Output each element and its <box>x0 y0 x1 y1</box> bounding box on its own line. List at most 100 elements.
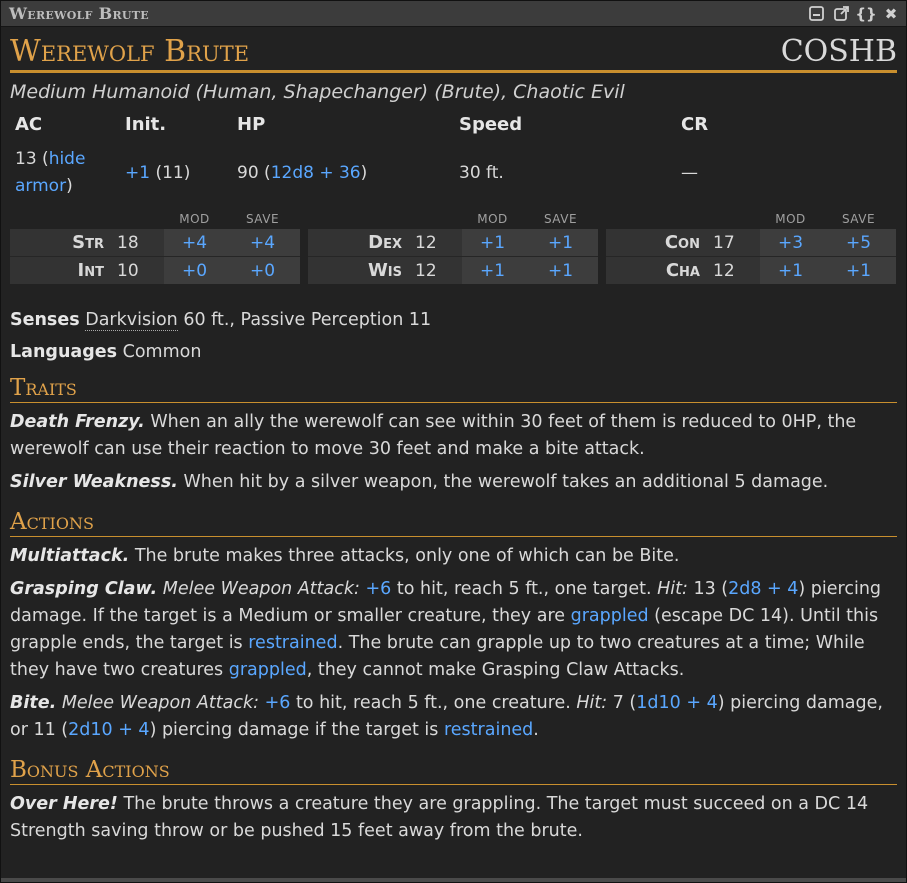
damage-roll[interactable]: 2d10 + 4 <box>68 720 149 740</box>
to-hit-roll[interactable]: +6 <box>366 579 392 599</box>
statblock-content: Werewolf Brute COSHB Medium Humanoid (Hu… <box>1 27 906 845</box>
init-roll[interactable]: +1 <box>125 163 150 183</box>
minimize-icon[interactable] <box>807 5 825 23</box>
action-name: Grasping Claw. <box>10 579 158 599</box>
senses-label: Senses <box>10 310 80 330</box>
languages-line: Languages Common <box>10 342 897 362</box>
condition-link-restrained[interactable]: restrained <box>444 720 533 740</box>
action-name: Over Here! <box>10 794 118 814</box>
darkvision-link[interactable]: Darkvision <box>85 310 178 331</box>
source-abbrev[interactable]: COSHB <box>781 35 897 69</box>
ability-block-2: MOD SAVE Dex 12 +1 +1 Wis 12 +1 +1 <box>308 212 598 284</box>
speed-label: Speed <box>459 114 523 135</box>
close-icon[interactable]: ✖ <box>882 5 900 23</box>
hp-roll[interactable]: 12d8 + 36 <box>271 163 361 183</box>
action-text: 7 ( <box>607 693 637 713</box>
ability-block-3: MOD SAVE Con 17 +3 +5 Cha 12 +1 +1 <box>606 212 896 284</box>
condition-link-restrained[interactable]: restrained <box>248 633 337 653</box>
hp-number: 90 <box>237 162 259 183</box>
window-controls: {} ✖ <box>807 5 900 23</box>
mod-header: MOD <box>477 212 508 226</box>
action-text: ) piercing damage if the target is <box>149 720 444 740</box>
trait-name: Silver Weakness. <box>10 472 178 492</box>
ability-save-roll[interactable]: +5 <box>821 229 896 256</box>
init-label: Init. <box>125 114 167 135</box>
ac-label: AC <box>15 114 43 135</box>
resize-handle[interactable] <box>1 878 906 882</box>
bonus-action-over-here: Over Here! The brute throws a creature t… <box>10 791 897 845</box>
ability-save-roll[interactable]: +1 <box>821 257 896 284</box>
action-multiattack: Multiattack. The brute makes three attac… <box>10 543 897 570</box>
cr-value: — <box>681 162 698 183</box>
action-text: , they cannot make Grasping Claw Attacks… <box>306 660 685 680</box>
popout-icon[interactable] <box>832 5 850 23</box>
ability-mod-roll[interactable]: +1 <box>462 229 523 256</box>
ability-mod-roll[interactable]: +1 <box>462 257 523 284</box>
init-score: (11) <box>155 162 191 183</box>
title-bar[interactable]: Werewolf Brute {} ✖ <box>1 1 906 27</box>
senses-line: Senses Darkvision 60 ft., Passive Percep… <box>10 310 897 331</box>
ability-mod-roll[interactable]: +4 <box>164 229 225 256</box>
action-text: The brute makes three attacks, only one … <box>129 546 680 566</box>
to-hit-roll[interactable]: +6 <box>265 693 291 713</box>
damage-roll[interactable]: 1d10 + 4 <box>636 693 717 713</box>
ability-save-roll[interactable]: +1 <box>523 229 598 256</box>
ac-number: 13 <box>15 149 37 169</box>
ability-score: 12 <box>415 229 462 256</box>
ability-save-roll[interactable]: +0 <box>225 257 300 284</box>
save-header: SAVE <box>543 212 578 226</box>
ability-scores: MOD SAVE Str 18 +4 +4 Int 10 +0 +0 MOD SAV… <box>10 212 897 284</box>
json-braces-icon[interactable]: {} <box>855 5 876 23</box>
ability-mod-roll[interactable]: +0 <box>164 257 225 284</box>
window-title: Werewolf Brute <box>9 4 149 23</box>
ability-save-roll[interactable]: +1 <box>523 257 598 284</box>
bonus-actions-heading: Bonus Actions <box>10 756 897 785</box>
ability-row-int: Int 10 +0 +0 <box>10 256 300 284</box>
speed-value: 30 ft. <box>459 162 504 183</box>
action-bite: Bite. Melee Weapon Attack: +6 to hit, re… <box>10 690 897 744</box>
action-text: The brute throws a creature they are gra… <box>10 794 869 841</box>
condition-link-grappled[interactable]: grappled <box>229 660 307 680</box>
ability-name: Cha <box>606 257 713 284</box>
ability-row-cha: Cha 12 +1 +1 <box>606 256 896 284</box>
condition-link-grappled[interactable]: grappled <box>571 606 649 626</box>
ability-row-str: Str 18 +4 +4 <box>10 229 300 256</box>
attack-type: Melee Weapon Attack: <box>162 579 360 599</box>
statblock-window: Werewolf Brute {} ✖ Werewolf Brute COSHB… <box>0 0 907 883</box>
trait-text: When hit by a silver weapon, the werewol… <box>177 472 829 492</box>
hp-label: HP <box>237 114 266 135</box>
save-header: SAVE <box>841 212 876 226</box>
attack-type: Melee Weapon Attack: <box>61 693 259 713</box>
ability-save-roll[interactable]: +4 <box>225 229 300 256</box>
senses-text: 60 ft., Passive Perception 11 <box>177 310 432 330</box>
ability-score: 17 <box>713 229 760 256</box>
ability-mod-roll[interactable]: +3 <box>760 229 821 256</box>
action-text: 13 ( <box>687 579 729 599</box>
action-text: to hit, reach 5 ft., one creature. <box>290 693 577 713</box>
ability-name: Str <box>10 229 117 256</box>
hit-label: Hit: <box>657 579 688 599</box>
hp-value: 90 (12d8 + 36) <box>237 162 368 183</box>
action-name: Bite. <box>10 693 57 713</box>
save-header: SAVE <box>245 212 280 226</box>
ability-name: Dex <box>308 229 415 256</box>
ability-score: 18 <box>117 229 164 256</box>
monster-name: Werewolf Brute <box>10 34 250 69</box>
ability-row-wis: Wis 12 +1 +1 <box>308 256 598 284</box>
ability-mod-roll[interactable]: +1 <box>760 257 821 284</box>
damage-roll[interactable]: 2d8 + 4 <box>728 579 798 599</box>
action-text: to hit, reach 5 ft., one target. <box>391 579 658 599</box>
ability-row-con: Con 17 +3 +5 <box>606 229 896 256</box>
trait-name: Death Frenzy. <box>10 412 145 432</box>
languages-label: Languages <box>10 342 118 362</box>
cr-label: CR <box>681 114 709 135</box>
ac-value: 13 (hide armor) <box>15 149 86 196</box>
mod-header: MOD <box>775 212 806 226</box>
actions-heading: Actions <box>10 508 897 537</box>
ability-name: Con <box>606 229 713 256</box>
ability-row-dex: Dex 12 +1 +1 <box>308 229 598 256</box>
action-grasping-claw: Grasping Claw. Melee Weapon Attack: +6 t… <box>10 576 897 684</box>
ability-score: 12 <box>415 257 462 284</box>
ability-block-1: MOD SAVE Str 18 +4 +4 Int 10 +0 +0 <box>10 212 300 284</box>
ability-score: 12 <box>713 257 760 284</box>
